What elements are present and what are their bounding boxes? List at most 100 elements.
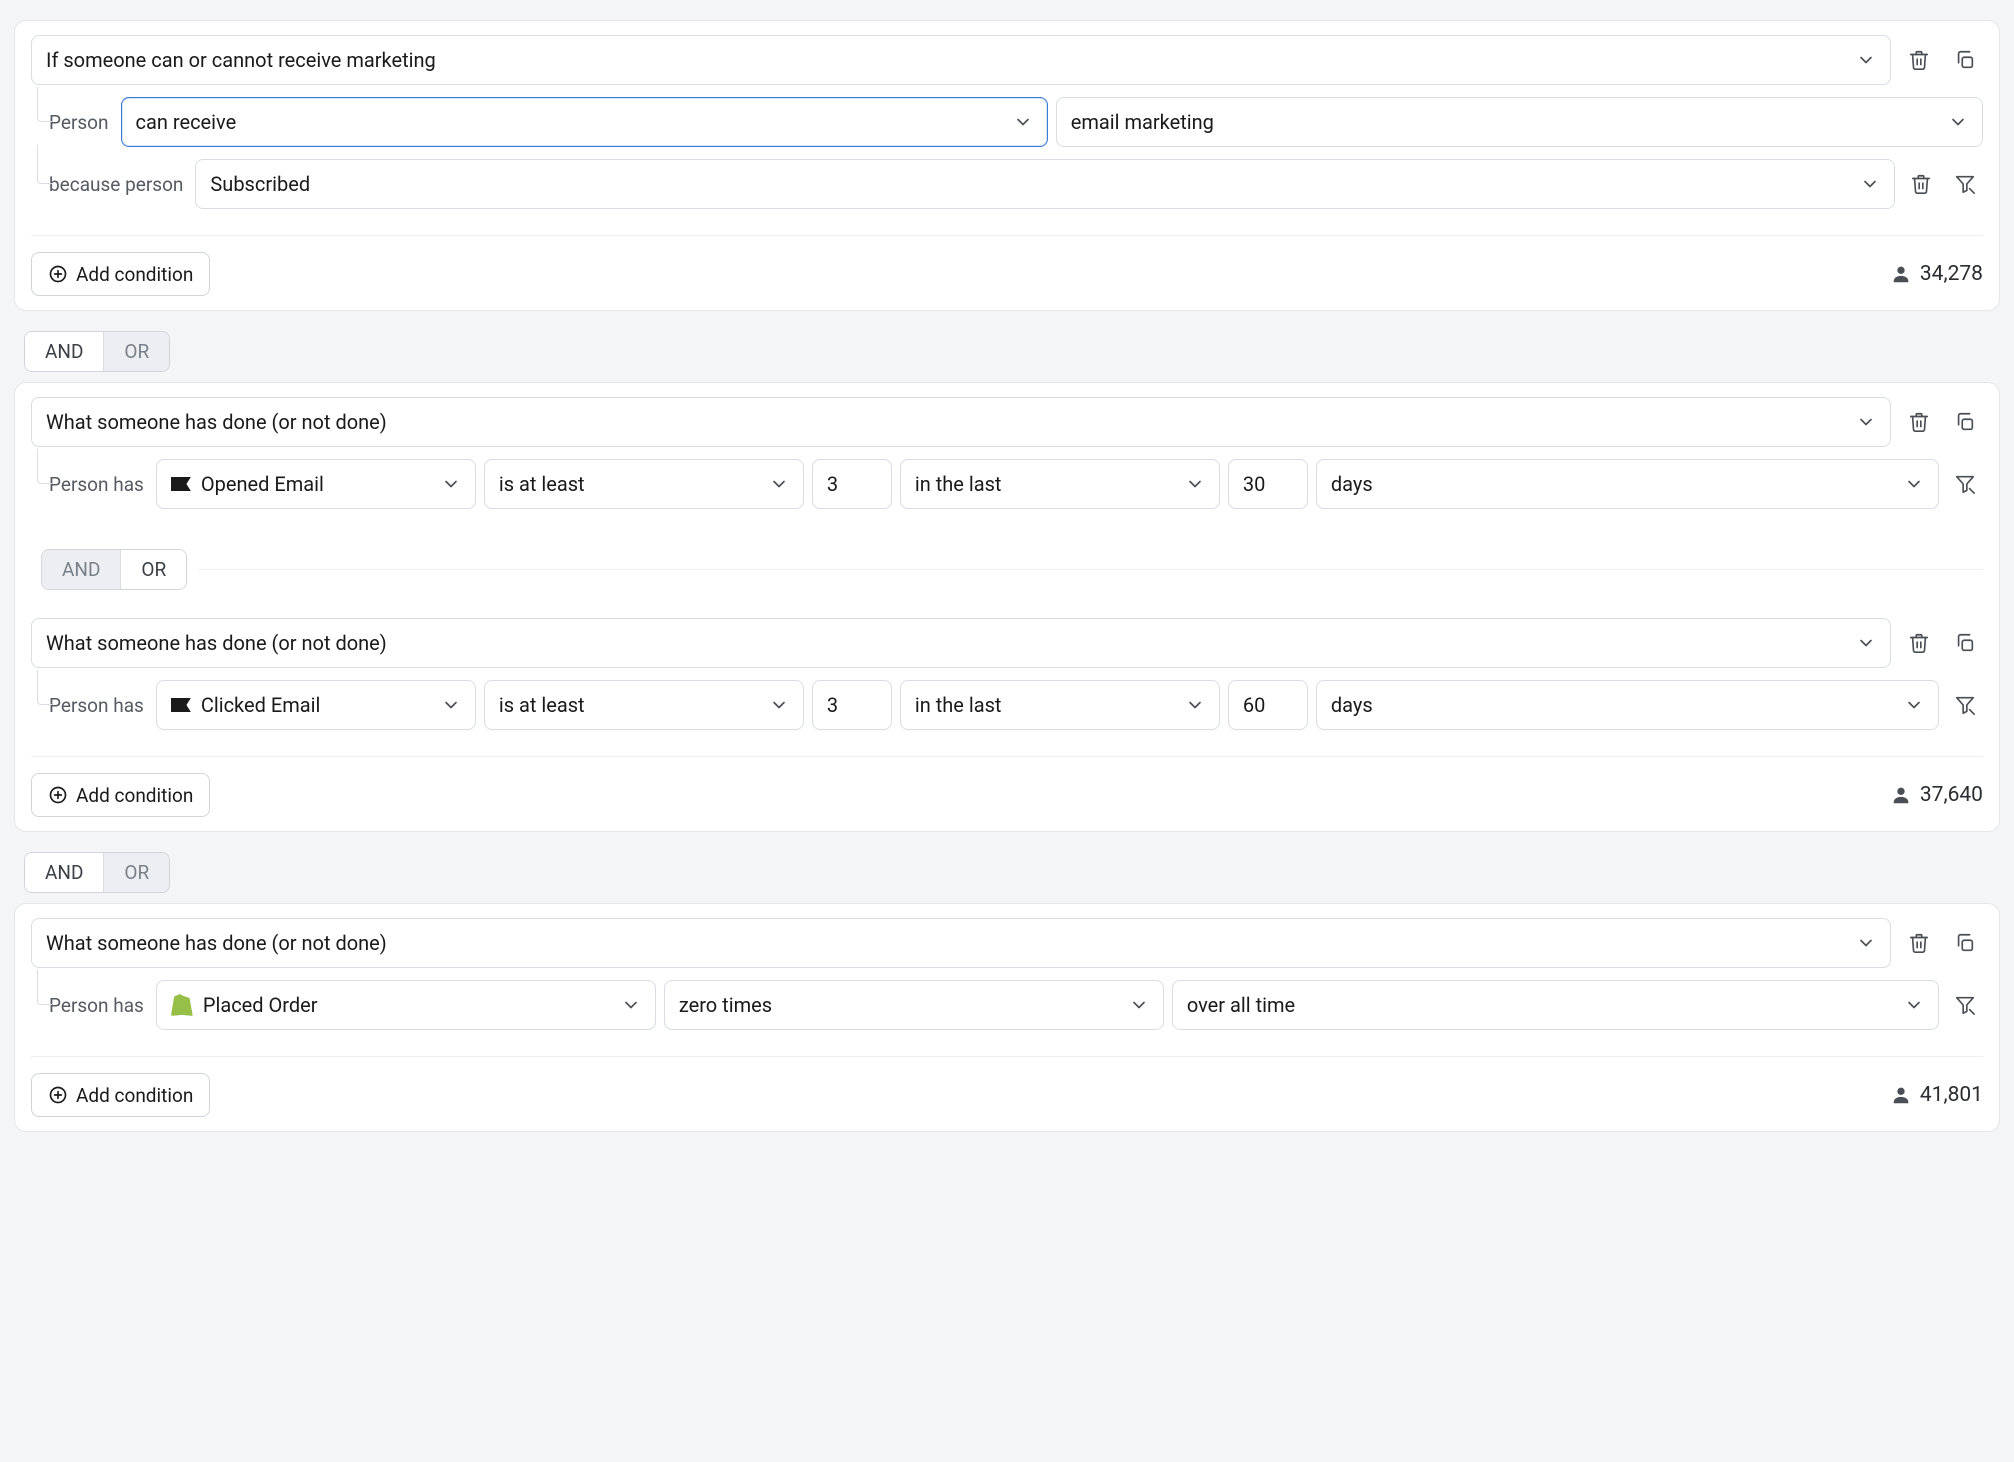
delete-button[interactable] bbox=[1901, 404, 1937, 440]
profile-count: 34,278 bbox=[1890, 262, 1983, 286]
dropdown[interactable]: over all time bbox=[1172, 980, 1939, 1030]
chevron-down-icon bbox=[1860, 174, 1880, 194]
or-option[interactable]: OR bbox=[120, 550, 186, 589]
and-option[interactable]: AND bbox=[25, 853, 103, 892]
dropdown-value: in the last bbox=[915, 472, 1002, 496]
profile-count: 37,640 bbox=[1890, 783, 1983, 807]
dropdown-value: can receive bbox=[136, 110, 237, 134]
delete-button[interactable] bbox=[1901, 925, 1937, 961]
chevron-down-icon bbox=[1904, 474, 1924, 494]
dropdown[interactable]: in the last bbox=[900, 680, 1220, 730]
and-or-toggle: AND OR bbox=[24, 331, 170, 372]
condition-type-label: What someone has done (or not done) bbox=[46, 410, 387, 434]
dropdown-value: zero times bbox=[679, 993, 772, 1017]
plus-icon bbox=[48, 1085, 68, 1105]
condition-group: What someone has done (or not done) Pers… bbox=[14, 903, 2000, 1132]
chevron-down-icon bbox=[1856, 50, 1876, 70]
condition-row: Person has Opened Email is at least 3 in… bbox=[31, 459, 1983, 509]
row-label: Person has bbox=[49, 473, 144, 496]
delete-button[interactable] bbox=[1903, 166, 1939, 202]
dropdown-value: Placed Order bbox=[203, 993, 318, 1017]
group-footer: Add condition 37,640 bbox=[31, 756, 1983, 817]
person-icon bbox=[1890, 1084, 1912, 1106]
plus-icon bbox=[48, 785, 68, 805]
klaviyo-icon bbox=[171, 698, 191, 712]
chevron-down-icon bbox=[1185, 695, 1205, 715]
add-condition-label: Add condition bbox=[76, 263, 193, 286]
add-condition-button[interactable]: Add condition bbox=[31, 1073, 210, 1117]
number-value: 30 bbox=[1243, 472, 1265, 496]
chevron-down-icon bbox=[441, 474, 461, 494]
chevron-down-icon bbox=[1856, 633, 1876, 653]
dropdown[interactable]: is at least bbox=[484, 680, 804, 730]
add-condition-label: Add condition bbox=[76, 1084, 193, 1107]
chevron-down-icon bbox=[1904, 695, 1924, 715]
add-condition-button[interactable]: Add condition bbox=[31, 252, 210, 296]
inner-connector-row: AND OR bbox=[31, 539, 1983, 600]
dropdown[interactable]: Subscribed bbox=[195, 159, 1895, 209]
row-label: Person has bbox=[49, 994, 144, 1017]
chevron-down-icon bbox=[1948, 112, 1968, 132]
dropdown[interactable]: Placed Order bbox=[156, 980, 656, 1030]
number-input[interactable]: 3 bbox=[812, 680, 892, 730]
duplicate-button[interactable] bbox=[1947, 42, 1983, 78]
number-value: 60 bbox=[1243, 693, 1265, 717]
or-option[interactable]: OR bbox=[103, 332, 169, 371]
dropdown-value: Subscribed bbox=[210, 172, 310, 196]
klaviyo-icon bbox=[171, 477, 191, 491]
condition-group: If someone can or cannot receive marketi… bbox=[14, 20, 2000, 311]
condition-type-select[interactable]: What someone has done (or not done) bbox=[31, 618, 1891, 668]
add-condition-button[interactable]: Add condition bbox=[31, 773, 210, 817]
number-input[interactable]: 3 bbox=[812, 459, 892, 509]
dropdown[interactable]: days bbox=[1316, 459, 1939, 509]
profile-count-value: 41,801 bbox=[1920, 1083, 1983, 1107]
dropdown-value: Clicked Email bbox=[201, 693, 321, 717]
condition-row: Person has Placed Order zero times over … bbox=[31, 980, 1983, 1030]
dropdown[interactable]: Clicked Email bbox=[156, 680, 476, 730]
dropdown[interactable]: days bbox=[1316, 680, 1939, 730]
condition-type-label: What someone has done (or not done) bbox=[46, 931, 387, 955]
dropdown-value: days bbox=[1331, 472, 1373, 496]
dropdown[interactable]: Opened Email bbox=[156, 459, 476, 509]
condition-row: because person Subscribed bbox=[31, 159, 1983, 209]
dropdown[interactable]: can receive bbox=[121, 97, 1048, 147]
chevron-down-icon bbox=[1185, 474, 1205, 494]
dropdown[interactable]: in the last bbox=[900, 459, 1220, 509]
dropdown[interactable]: email marketing bbox=[1056, 97, 1983, 147]
dropdown-value: Opened Email bbox=[201, 472, 324, 496]
condition-type-label: If someone can or cannot receive marketi… bbox=[46, 48, 436, 72]
filter-button[interactable] bbox=[1947, 466, 1983, 502]
condition-block: What someone has done (or not done) Pers… bbox=[31, 918, 1983, 1030]
condition-type-select[interactable]: What someone has done (or not done) bbox=[31, 397, 1891, 447]
dropdown-value: days bbox=[1331, 693, 1373, 717]
group-footer: Add condition 34,278 bbox=[31, 235, 1983, 296]
and-option[interactable]: AND bbox=[25, 332, 103, 371]
number-input[interactable]: 60 bbox=[1228, 680, 1308, 730]
chevron-down-icon bbox=[769, 695, 789, 715]
dropdown-value: over all time bbox=[1187, 993, 1295, 1017]
filter-button[interactable] bbox=[1947, 687, 1983, 723]
and-option[interactable]: AND bbox=[42, 550, 120, 589]
duplicate-button[interactable] bbox=[1947, 925, 1983, 961]
shopify-icon bbox=[171, 994, 193, 1016]
or-option[interactable]: OR bbox=[103, 853, 169, 892]
duplicate-button[interactable] bbox=[1947, 404, 1983, 440]
condition-type-select[interactable]: What someone has done (or not done) bbox=[31, 918, 1891, 968]
condition-type-select[interactable]: If someone can or cannot receive marketi… bbox=[31, 35, 1891, 85]
chevron-down-icon bbox=[1013, 112, 1033, 132]
delete-button[interactable] bbox=[1901, 42, 1937, 78]
chevron-down-icon bbox=[1856, 412, 1876, 432]
filter-button[interactable] bbox=[1947, 987, 1983, 1023]
condition-block: What someone has done (or not done) Pers… bbox=[31, 618, 1983, 730]
dropdown-value: in the last bbox=[915, 693, 1002, 717]
filter-button[interactable] bbox=[1947, 166, 1983, 202]
person-icon bbox=[1890, 263, 1912, 285]
person-icon bbox=[1890, 784, 1912, 806]
dropdown[interactable]: is at least bbox=[484, 459, 804, 509]
chevron-down-icon bbox=[1856, 933, 1876, 953]
number-input[interactable]: 30 bbox=[1228, 459, 1308, 509]
and-or-toggle: AND OR bbox=[41, 549, 187, 590]
dropdown[interactable]: zero times bbox=[664, 980, 1164, 1030]
delete-button[interactable] bbox=[1901, 625, 1937, 661]
duplicate-button[interactable] bbox=[1947, 625, 1983, 661]
